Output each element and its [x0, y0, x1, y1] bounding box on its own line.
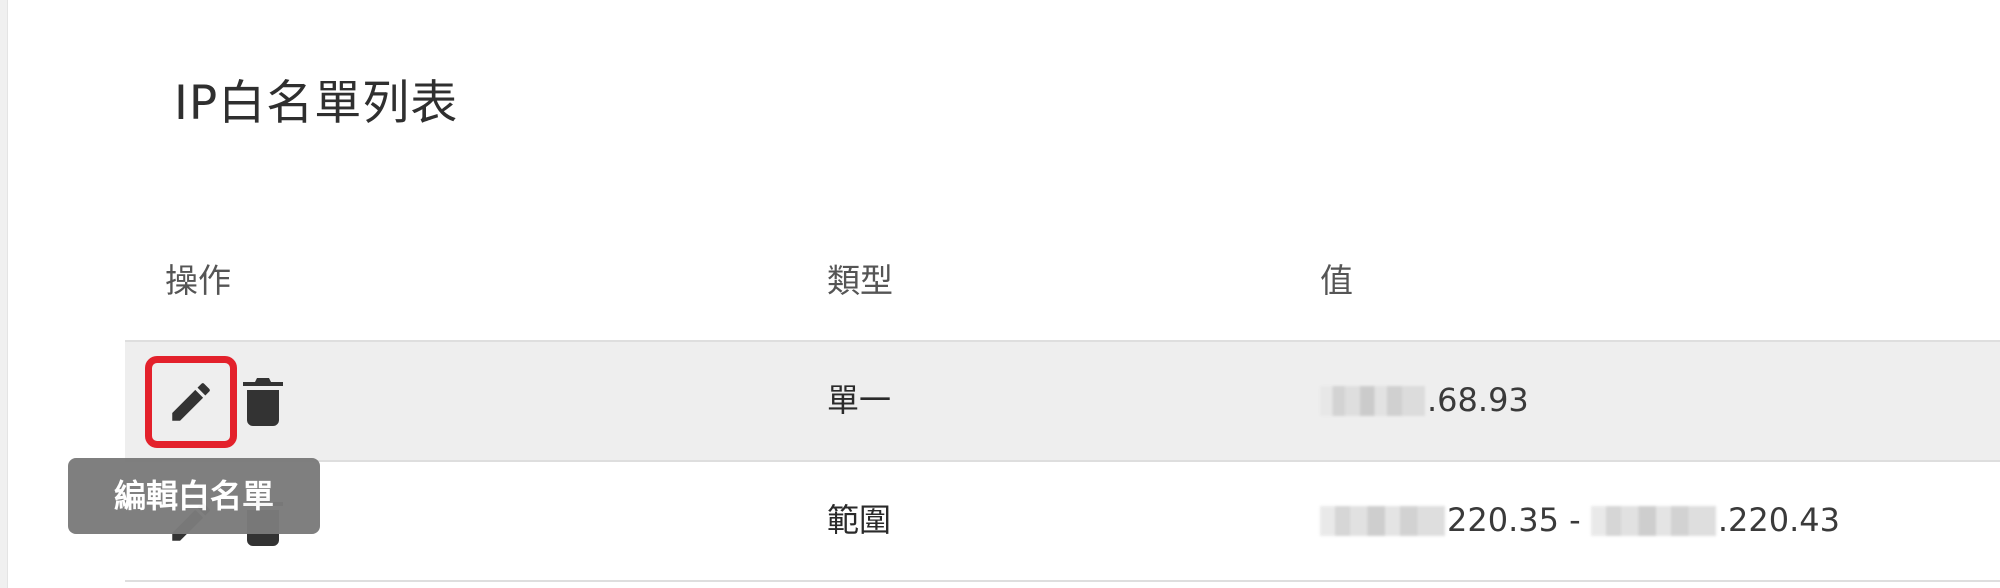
table-row: 範圍 220.35 - .220.43 [125, 462, 2000, 582]
header-type: 類型 [827, 261, 893, 300]
table-header: 操作 類型 值 [125, 240, 2000, 342]
row-type: 範圍 [827, 501, 892, 539]
row-actions [145, 356, 289, 448]
row-value: 220.35 - .220.43 [1320, 498, 1840, 542]
ip-whitelist-table: 操作 類型 值 單一 .68.93 範圍 220.35 - .220.43 [125, 240, 2000, 582]
edit-whitelist-button[interactable] [145, 356, 237, 448]
page-title: IP白名單列表 [174, 76, 459, 131]
ip-suffix: .68.93 [1427, 381, 1529, 419]
masked-ip-prefix [1320, 506, 1445, 536]
edit-tooltip: 編輯白名單 [68, 458, 320, 534]
ip-range-end-suffix: .220.43 [1717, 501, 1840, 539]
delete-whitelist-button[interactable] [237, 356, 289, 448]
header-value: 值 [1320, 261, 1353, 300]
row-type: 單一 [827, 381, 892, 419]
table-row: 單一 .68.93 [125, 342, 2000, 462]
left-gutter [0, 0, 8, 588]
masked-ip-prefix [1590, 506, 1716, 536]
masked-ip-prefix [1320, 386, 1425, 416]
row-value: .68.93 [1320, 378, 1529, 422]
header-actions: 操作 [165, 261, 231, 300]
ip-range-start-suffix: 220.35 - [1447, 501, 1591, 539]
trash-icon [243, 378, 283, 426]
pencil-icon [172, 383, 210, 421]
